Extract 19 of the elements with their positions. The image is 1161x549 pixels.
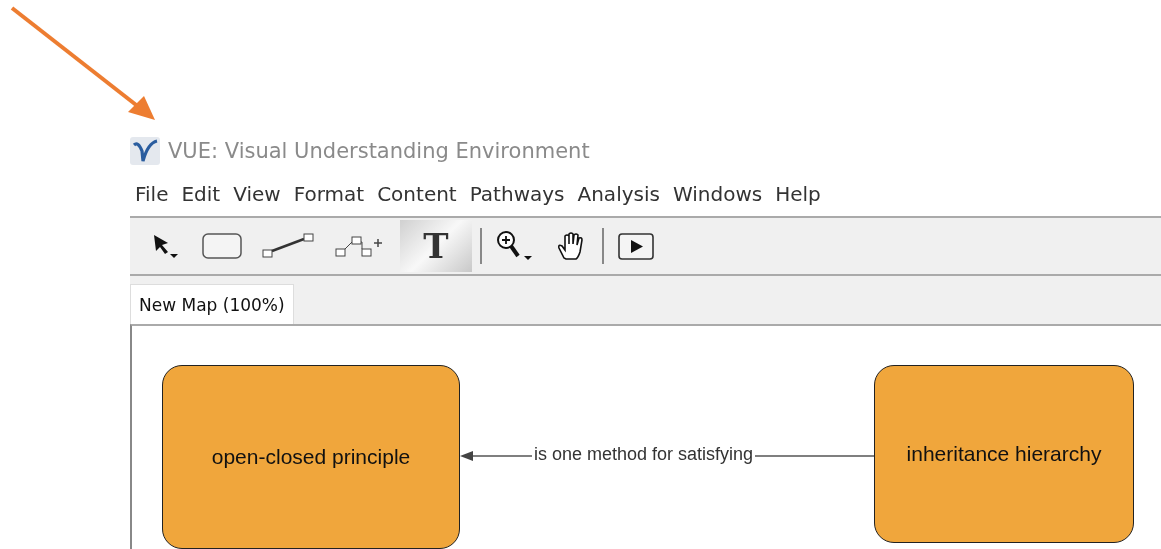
menu-item[interactable]: Help — [775, 182, 821, 206]
map-node[interactable]: inheritance hierarchy — [874, 365, 1134, 543]
menu-item[interactable]: Windows — [672, 182, 763, 206]
menu-item[interactable]: Pathways — [469, 182, 565, 206]
menu-item[interactable]: View — [233, 182, 281, 206]
window-title: VUE: Visual Understanding Environment — [168, 139, 590, 163]
menu-item[interactable]: Analysis — [577, 182, 660, 206]
rounded-rectangle-icon — [200, 231, 244, 261]
menu-item[interactable]: Edit — [181, 182, 221, 206]
app-logo-icon — [130, 137, 160, 165]
text-tool-button[interactable]: T — [400, 220, 472, 272]
map-node[interactable]: open-closed principle — [162, 365, 460, 549]
link-label: is one method for satisfying — [532, 444, 756, 465]
map-tab[interactable]: New Map (100%) — [130, 284, 294, 324]
menu-item[interactable]: Content — [377, 182, 457, 206]
link-icon — [260, 231, 316, 261]
play-icon — [616, 230, 656, 262]
menu-item[interactable]: File — [135, 182, 169, 206]
menu-item[interactable]: Format — [293, 182, 365, 206]
